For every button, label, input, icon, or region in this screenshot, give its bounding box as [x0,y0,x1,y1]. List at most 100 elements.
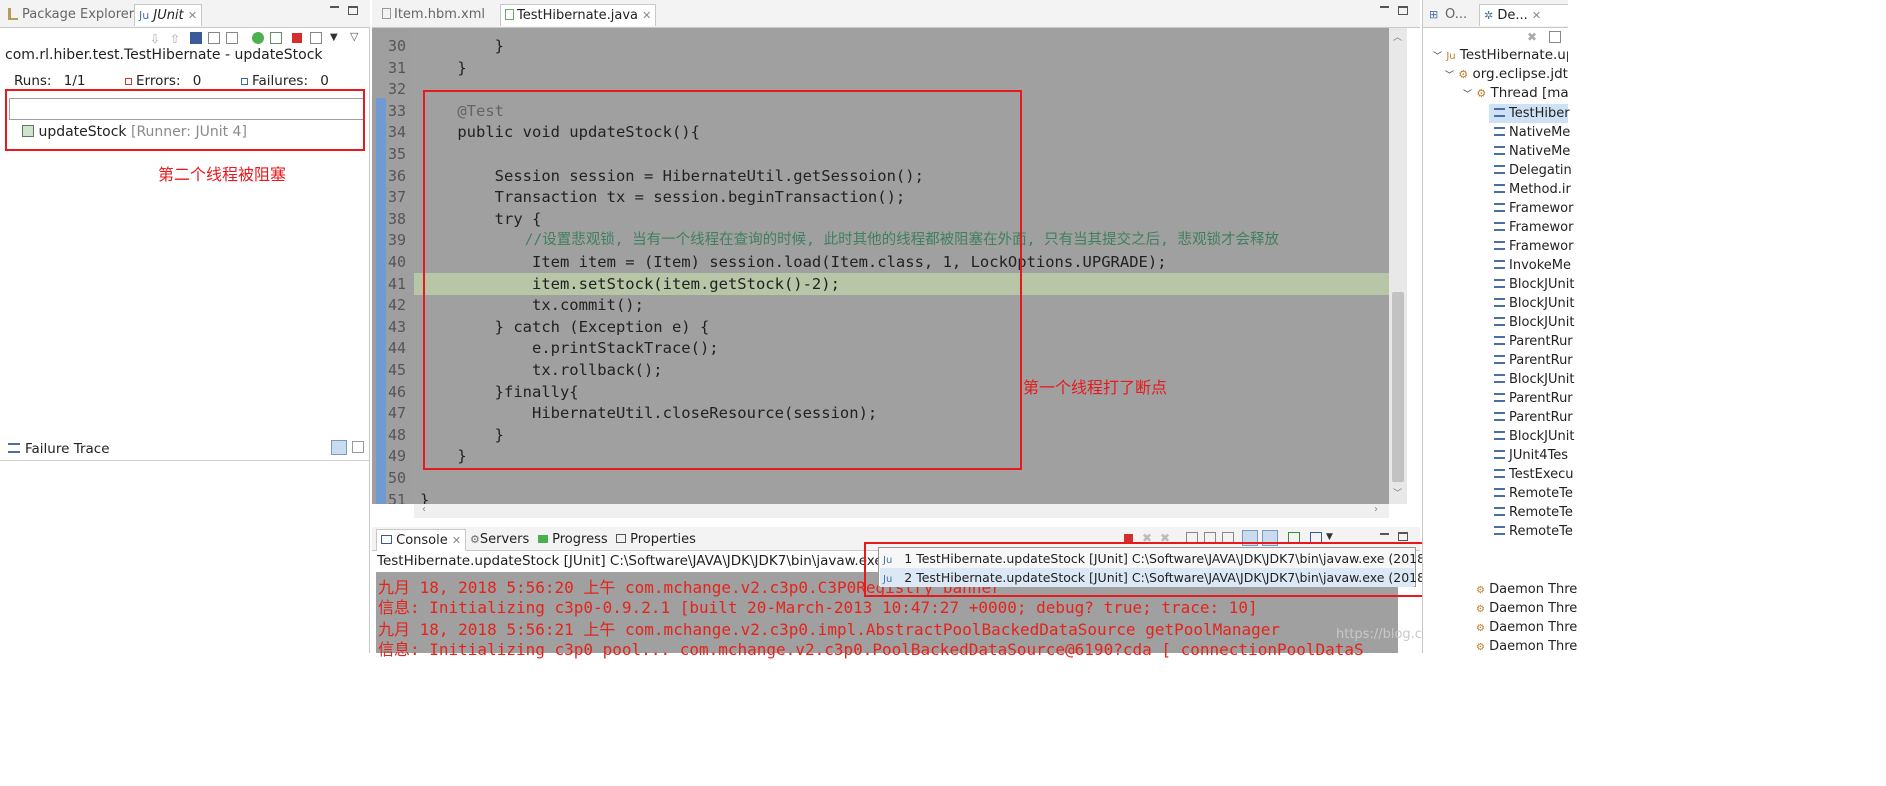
stack-frame[interactable]: RemoteTe [1494,522,1573,541]
compare-icon[interactable] [352,441,364,453]
stack-frame[interactable]: ParentRur [1494,408,1573,427]
stack-frame[interactable]: JUnit4Tes [1494,446,1568,465]
stack-frame[interactable]: BlockJUnit [1494,427,1574,446]
stack-frame[interactable]: Framewor [1494,218,1573,237]
daemon-thread[interactable]: ⚙ Daemon Thre [1476,582,1577,597]
annotation-text-left: 第二个线程被阻塞 [158,165,287,184]
frame-icon [1494,298,1505,307]
daemon-thread[interactable]: ⚙ Daemon Thre [1476,601,1577,616]
expand-icon[interactable]: ﹀ [1463,90,1472,100]
stack-frame[interactable]: Framewor [1494,199,1573,218]
close-icon[interactable]: ✕ [452,534,461,547]
stop-icon[interactable] [292,33,302,43]
line-number: 36 [387,166,406,185]
previous-failure-icon[interactable]: ⇧ [170,32,180,46]
tab-console[interactable]: Console ✕ [376,529,467,551]
stack-frame[interactable]: ParentRur [1494,332,1573,351]
maximize-icon[interactable] [1398,532,1408,541]
tab-testhibernate-java[interactable]: TestHibernate.java ✕ [500,4,657,26]
stack-frame[interactable]: BlockJUnit [1494,294,1574,313]
tab-servers[interactable]: ⚙Servers [470,529,529,551]
stack-frame[interactable]: TestExecu [1494,465,1574,484]
scroll-right-icon[interactable]: › [1374,504,1378,515]
expand-icon[interactable]: ﹀ [1445,71,1454,81]
tab-item-hbm-label: Item.hbm.xml [394,7,485,22]
view-menu-icon[interactable]: ▽ [350,30,358,43]
line-number: 50 [387,469,406,487]
stack-frame[interactable]: Method.ir [1494,180,1571,199]
stack-frame[interactable]: RemoteTe [1494,503,1573,522]
line-number: 34 [387,123,406,142]
stack-frame[interactable]: Framewor [1494,237,1573,256]
console-dropdown-icon[interactable]: ▼ [1326,532,1333,542]
left-tab-bar: Package Explorer Ju JUnit ✕ [0,0,370,28]
stack-frame[interactable]: ParentRur [1494,351,1573,370]
stack-frame[interactable]: TestHiber [1494,104,1570,123]
vertical-scrollbar[interactable]: ︿ ﹀ [1389,28,1407,504]
runs-label: Runs: [14,73,52,89]
stack-frame[interactable]: RemoteTe [1494,484,1573,503]
dropdown-icon[interactable]: ▼ [330,32,338,43]
stack-frame[interactable]: InvokeMe [1494,256,1571,275]
line-number: 40 [387,253,406,271]
filter-stack-icon[interactable] [331,440,347,455]
tab-outline[interactable]: O... [1445,4,1467,26]
debug-toolbar-icon[interactable] [1549,31,1561,43]
tab-junit[interactable]: Ju JUnit ✕ [134,4,203,26]
close-icon[interactable]: ✕ [188,9,197,22]
layout-icon[interactable] [310,32,322,44]
stack-frame[interactable]: ParentRur [1494,389,1573,408]
daemon-thread[interactable]: ⚙ Daemon Thre [1476,620,1577,635]
tab-item-hbm-xml[interactable]: Item.hbm.xml [382,4,485,26]
frame-icon [1494,488,1505,497]
history-icon[interactable] [226,32,238,44]
stack-frame[interactable]: NativeMe [1494,123,1570,142]
failures-value: 0 [320,73,329,89]
stack-frame[interactable]: Delegatin [1494,161,1572,180]
scroll-left-icon[interactable]: ‹ [422,504,426,515]
tab-properties-label: Properties [630,532,696,547]
frame-label: RemoteTe [1509,505,1573,520]
errors-label: Errors: [136,73,181,89]
minimize-icon[interactable] [330,6,339,8]
tree-thread[interactable]: ﹀ ⚙ Thread [mair [1463,85,1568,101]
minimize-icon[interactable] [1380,533,1389,535]
frame-icon [1494,469,1505,478]
close-icon[interactable]: ✕ [642,9,651,22]
stack-frame[interactable]: BlockJUnit [1494,313,1574,332]
stack-frame[interactable]: NativeMe [1494,142,1570,161]
minimize-icon[interactable] [1380,6,1389,8]
scroll-thumb[interactable] [1392,292,1404,482]
scroll-down-icon[interactable]: ﹀ [1393,486,1402,499]
rerun-icon[interactable] [252,32,264,44]
frame-icon [1494,374,1505,383]
tab-progress[interactable]: Progress [538,529,608,551]
next-failure-icon[interactable]: ⇩ [150,32,160,46]
line-number: 49 [387,447,406,466]
maximize-icon[interactable] [348,6,358,15]
frame-label: BlockJUnit [1509,315,1575,330]
tab-properties[interactable]: Properties [616,529,696,551]
line-number: 48 [387,425,406,444]
scroll-lock-icon[interactable] [208,32,220,44]
remove-terminated-icon[interactable]: ✖ [1527,30,1537,44]
daemon-thread[interactable]: ⚙ Daemon Thre [1476,639,1577,654]
line-number: 44 [387,339,406,358]
horizontal-scrollbar[interactable]: ‹ › [414,504,1389,518]
rerun-failed-icon[interactable] [270,32,282,44]
frame-label: RemoteTe [1509,524,1573,539]
show-failures-icon[interactable] [190,32,202,44]
thread-icon: ⚙ [1476,585,1485,596]
expand-icon[interactable]: ﹀ [1433,52,1442,62]
stack-frame[interactable]: BlockJUnit [1494,370,1574,389]
tree-root[interactable]: ﹀ Ju TestHibernate.upd [1433,47,1568,63]
scroll-up-icon[interactable]: ︿ [1393,30,1402,43]
frame-icon [1494,526,1505,535]
stack-frame[interactable]: BlockJUnit [1494,275,1574,294]
tab-debug[interactable]: ✲ De... ✕ [1479,4,1568,26]
maximize-icon[interactable] [1398,6,1408,15]
close-icon[interactable]: ✕ [1532,9,1541,22]
tree-launcher[interactable]: ﹀ ⚙ org.eclipse.jdt. [1445,66,1568,82]
tab-package-explorer[interactable]: Package Explorer [22,4,134,26]
junit-launch-icon: Ju [1446,51,1456,62]
